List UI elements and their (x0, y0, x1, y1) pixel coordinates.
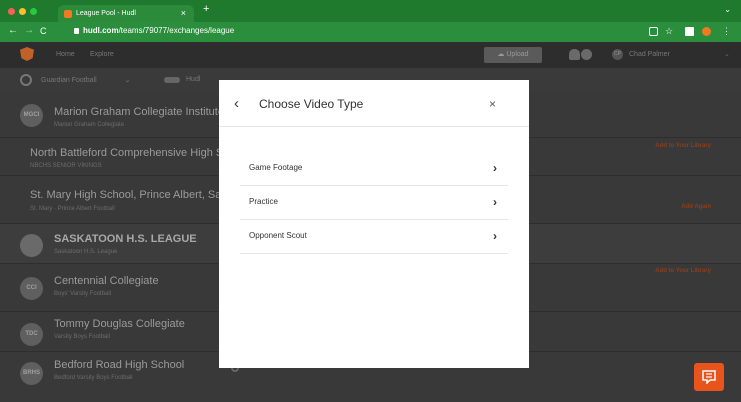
forward-arrow-icon[interactable]: → (24, 25, 34, 36)
option-label: Practice (249, 197, 278, 206)
team-name: Marion Graham Collegiate Institute (54, 106, 224, 118)
cloud-upload-icon: ☁ (497, 51, 505, 58)
hudl-favicon-icon (64, 10, 72, 18)
lock-icon (74, 28, 79, 34)
feedback-button[interactable] (694, 363, 724, 391)
sidebar-icon[interactable] (685, 27, 694, 36)
add-again-link[interactable]: Add Again (681, 204, 711, 210)
chevron-right-icon: › (493, 195, 497, 209)
team-subtitle: Saskatoon H.S. League (54, 249, 118, 255)
chevron-down-icon: ⌄ (124, 77, 131, 84)
team-badge: MGCI (20, 104, 43, 127)
team-subtitle: NBCHS SENIOR VIKINGS (30, 163, 102, 169)
option-label: Opponent Scout (249, 231, 307, 240)
back-chevron-icon[interactable]: ‹ (234, 95, 239, 112)
browser-tab[interactable]: League Pool - Hudl × (58, 5, 194, 22)
messages-icon[interactable] (581, 49, 592, 60)
hudl-chip-icon (164, 77, 180, 83)
dialog-title: Choose Video Type (259, 97, 364, 111)
back-arrow-icon[interactable]: ← (8, 25, 18, 36)
bell-icon[interactable] (569, 49, 580, 60)
address-bar: ← → C hudl.com/teams/79077/exchanges/lea… (0, 22, 741, 42)
option-label: Game Footage (249, 163, 303, 172)
choose-video-type-dialog: ‹ Choose Video Type × Game Footage › Pra… (219, 80, 529, 368)
team-subtitle: Bedford Varsity Boys Football (54, 375, 133, 381)
team-name: Bedford Road High School (54, 359, 185, 371)
secondary-selector[interactable]: Hudl (186, 76, 200, 83)
team-badge: CCI (20, 277, 43, 300)
team-name: Tommy Douglas Collegiate (54, 318, 185, 330)
team-subtitle: Boys' Varsity Football (54, 291, 112, 297)
team-name: Centennial Collegiate (54, 275, 159, 287)
url-field[interactable]: hudl.com/teams/79077/exchanges/league (74, 26, 234, 35)
option-opponent-scout[interactable]: Opponent Scout › (240, 220, 508, 254)
url-path: /teams/79077/exchanges/league (118, 26, 235, 35)
minimize-window-icon[interactable] (19, 8, 26, 15)
upload-button[interactable]: ☁ Upload (484, 47, 542, 63)
team-name: North Battleford Comprehensive High Scho… (30, 147, 250, 159)
option-practice[interactable]: Practice › (240, 186, 508, 220)
url-domain: hudl.com (83, 26, 119, 35)
hudl-logo[interactable] (20, 47, 34, 61)
team-subtitle: Marion Graham Collegiate (54, 122, 125, 128)
avatar[interactable]: CP (612, 49, 623, 60)
dialog-header: ‹ Choose Video Type × (219, 80, 529, 127)
more-menu-icon[interactable]: ⋮ (722, 26, 731, 37)
reload-icon[interactable]: C (40, 26, 47, 36)
nav-home[interactable]: Home (56, 51, 75, 58)
tab-title: League Pool - Hudl (76, 10, 136, 17)
chevron-right-icon: › (493, 229, 497, 243)
team-name: St. Mary High School, Prince Albert, Sas… (30, 189, 233, 201)
new-tab-icon[interactable]: + (203, 3, 209, 15)
browser-tab-bar: League Pool - Hudl × + ⌄ (0, 0, 741, 22)
close-window-icon[interactable] (8, 8, 15, 15)
app-header: Home Explore ☁ Upload CP Chad Palmer ⌄ (0, 42, 741, 68)
team-badge (20, 234, 43, 257)
user-menu-chevron-icon[interactable]: ⌄ (724, 50, 730, 58)
option-game-footage[interactable]: Game Footage › (240, 152, 508, 186)
upload-label: Upload (506, 51, 529, 58)
close-icon[interactable]: × (489, 97, 496, 111)
team-subtitle: Varsity Boys Football (54, 334, 110, 340)
team-badge: TDC (20, 323, 43, 346)
extension-icon[interactable] (702, 27, 711, 36)
team-badge: BRHS (20, 362, 43, 385)
team-name: SASKATOON H.S. LEAGUE (54, 233, 197, 245)
share-icon[interactable] (649, 27, 658, 36)
tab-list-chevron-icon[interactable]: ⌄ (724, 5, 731, 14)
team-name: Guardian Football (41, 77, 97, 84)
feedback-icon (702, 370, 716, 384)
team-logo-icon (20, 74, 32, 86)
user-name[interactable]: Chad Palmer (629, 51, 670, 58)
team-selector[interactable]: Guardian Football ⌄ (41, 76, 131, 84)
add-to-library-link[interactable]: Add to Your Library (655, 268, 711, 274)
add-to-library-link[interactable]: Add to Your Library (655, 143, 711, 149)
nav-explore[interactable]: Explore (90, 51, 114, 58)
maximize-window-icon[interactable] (30, 8, 37, 15)
bookmark-star-icon[interactable]: ☆ (665, 26, 673, 37)
tab-close-icon[interactable]: × (181, 5, 186, 22)
team-subtitle: St. Mary · Prince Albert Football (30, 206, 115, 212)
chevron-right-icon: › (493, 161, 497, 175)
